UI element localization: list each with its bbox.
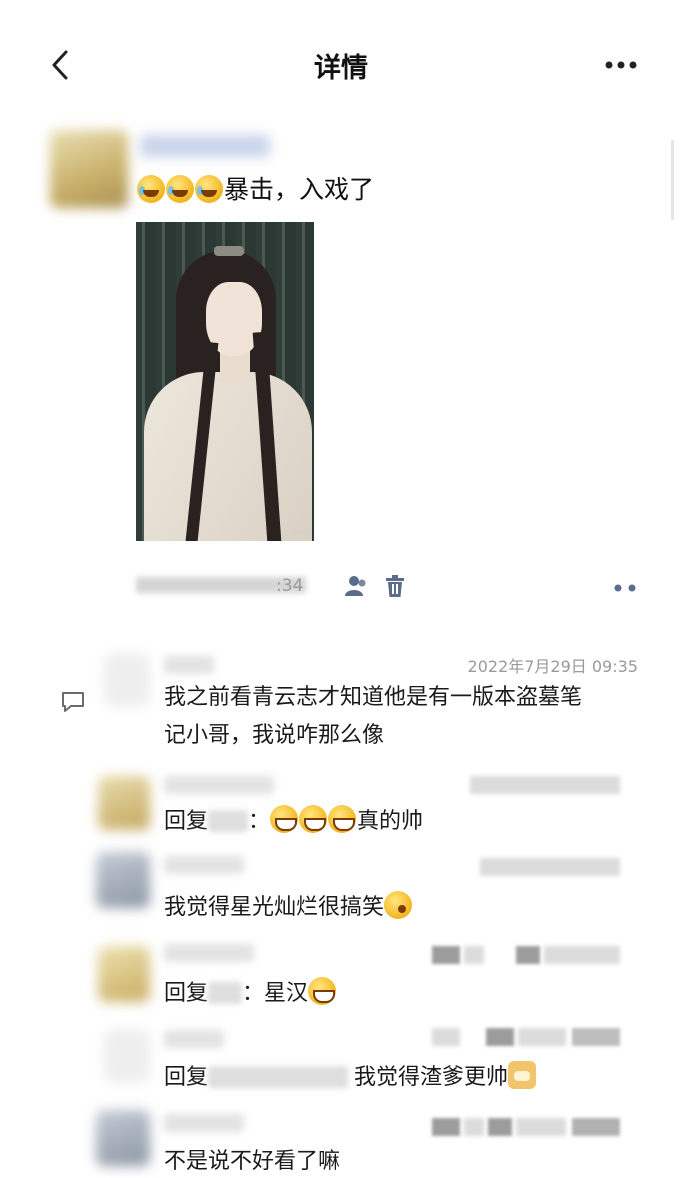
grin-emoji	[270, 805, 299, 833]
scroll-track	[671, 140, 674, 220]
reply-prefix: 回复	[164, 809, 209, 834]
reply-prefix: 回复	[164, 981, 209, 1006]
reply-text: 我觉得渣爹更帅	[354, 1065, 509, 1090]
comment-time-blurred	[518, 1028, 566, 1046]
commenter-name[interactable]	[164, 1030, 224, 1048]
comment-reply: 回复 ：星汉	[164, 976, 337, 1011]
comment-time-blurred	[516, 946, 540, 964]
reply-colon: ：	[242, 981, 265, 1006]
comment-time-blurred	[470, 776, 620, 794]
comment-time: 2022年7月29日 09:35	[467, 657, 638, 676]
commenter-avatar[interactable]	[104, 1030, 150, 1082]
commenter-avatar[interactable]	[98, 946, 150, 1002]
laugh-cry-emoji	[195, 175, 223, 203]
laugh-cry-emoji	[137, 175, 165, 203]
post-caption: 暴击，入戏了	[224, 175, 375, 204]
commenter-avatar[interactable]	[104, 654, 150, 706]
post-author-name[interactable]	[140, 135, 270, 157]
comment-time-blurred	[486, 1028, 514, 1046]
reply-target-name[interactable]	[208, 810, 249, 832]
commenter-avatar[interactable]	[96, 1110, 150, 1166]
comment-time-blurred	[432, 946, 460, 964]
post-text: 暴击，入戏了	[137, 170, 374, 206]
comment-time-blurred	[572, 1028, 620, 1046]
reply-colon: ：	[248, 809, 271, 834]
commenter-avatar[interactable]	[96, 852, 150, 908]
comment-bubble-icon	[62, 692, 84, 712]
comment-time-blurred	[488, 1118, 512, 1136]
reply-target-name[interactable]	[208, 1066, 349, 1088]
commenter-name[interactable]	[164, 656, 214, 674]
photo-robe	[144, 372, 312, 541]
nav-bar: 详情	[0, 0, 682, 130]
comment-time-blurred	[480, 858, 620, 876]
photo-hairpiece	[214, 246, 244, 256]
laugh-cry-emoji	[166, 175, 194, 203]
more-dots-icon[interactable]	[604, 60, 638, 70]
post-author-avatar[interactable]	[50, 130, 128, 208]
comment-time-blurred	[572, 1118, 620, 1136]
friend-visibility-icon[interactable]	[344, 574, 368, 598]
comment-body: 我觉得星光灿烂很搞笑	[164, 895, 385, 920]
commenter-name[interactable]	[164, 1114, 244, 1132]
comment-reply: 回复 ： 真的帅	[164, 804, 423, 839]
comment-time-blurred	[516, 1118, 566, 1136]
wink-emoji	[384, 891, 413, 919]
grin-emoji	[299, 805, 328, 833]
comment-reply: 回复 我觉得渣爹更帅	[164, 1060, 537, 1095]
grin-emoji	[308, 977, 337, 1005]
comment-text: 我觉得星光灿烂很搞笑	[164, 890, 413, 925]
comment-time-blurred	[544, 946, 620, 964]
reply-text: 星汉	[264, 981, 309, 1006]
photo-watermark: weibo	[292, 530, 310, 537]
post-photo[interactable]: weibo	[136, 222, 314, 541]
grin-emoji	[328, 805, 357, 833]
commenter-avatar[interactable]	[98, 776, 150, 830]
comment-time-blurred	[432, 1028, 460, 1046]
commenter-name[interactable]	[164, 776, 274, 794]
post-time: :34	[276, 576, 304, 596]
comment-time-blurred	[432, 1118, 460, 1136]
reply-prefix: 回复	[164, 1065, 209, 1090]
reply-text: 真的帅	[357, 809, 424, 834]
comment-text-line: 记小哥，我说咋那么像	[164, 723, 385, 748]
trash-icon[interactable]	[384, 574, 406, 598]
comment-text-line: 我之前看青云志才知道他是有一版本盗墓笔	[164, 685, 583, 710]
doge-emoji	[508, 1061, 537, 1089]
comment-text: 不是说不好看了嘛	[164, 1149, 341, 1174]
comment-action-icon[interactable]	[614, 584, 636, 592]
reply-target-name[interactable]	[208, 982, 243, 1004]
page-title: 详情	[314, 53, 368, 84]
commenter-name[interactable]	[164, 944, 254, 962]
post-meta-row: :34	[136, 572, 646, 602]
commenter-name[interactable]	[164, 856, 244, 874]
comment-time-blurred	[464, 1118, 484, 1136]
comment-time-blurred	[464, 946, 484, 964]
